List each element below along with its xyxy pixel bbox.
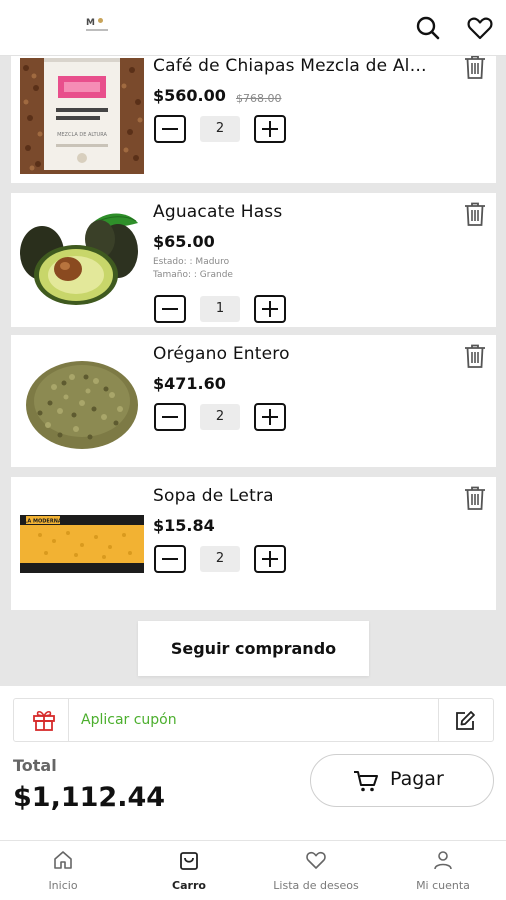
quantity-value: 2 xyxy=(200,404,240,430)
bottom-navigation: Inicio Carro Lista de deseos Mi cuenta xyxy=(0,840,506,900)
total-amount: $1,112.44 xyxy=(13,782,166,813)
item-old-price: $768.00 xyxy=(236,92,282,105)
heart-icon xyxy=(306,851,326,869)
apply-coupon-label[interactable]: Aplicar cupón xyxy=(81,712,177,728)
quantity-value: 2 xyxy=(200,116,240,142)
item-attribute-estado: Estado: : Maduro xyxy=(153,257,230,267)
trash-icon[interactable] xyxy=(463,201,487,227)
logo-text: M xyxy=(86,18,95,28)
coupon-row[interactable]: Aplicar cupón xyxy=(13,698,494,742)
decrease-quantity-button[interactable] xyxy=(154,115,186,143)
coupon-divider xyxy=(68,699,69,741)
cart-item: Aguacate Hass $65.00 Estado: : Maduro Ta… xyxy=(11,193,496,327)
nav-item-carro[interactable]: Carro xyxy=(126,841,252,900)
brand-logo[interactable]: M xyxy=(86,18,108,34)
trash-icon[interactable] xyxy=(463,485,487,511)
nav-item-inicio[interactable]: Inicio xyxy=(0,841,126,900)
cart-list[interactable]: MEZCLA DE ALTURA Café de Chiapas Mezcla … xyxy=(0,56,506,686)
quantity-value: 2 xyxy=(200,546,240,572)
bag-icon xyxy=(180,852,198,870)
product-image-coffee[interactable]: MEZCLA DE ALTURA xyxy=(20,58,144,174)
home-icon xyxy=(54,851,72,869)
quantity-value: 1 xyxy=(200,296,240,322)
top-bar: M xyxy=(0,0,506,56)
cart-item: LA MODERNA Sopa de Letra $15.84 2 xyxy=(11,477,496,610)
pasta-package-label: LA MODERNA xyxy=(24,519,62,525)
logo-underline xyxy=(86,29,108,31)
nav-label: Inicio xyxy=(48,879,78,892)
user-icon xyxy=(434,851,452,870)
item-price: $15.84 xyxy=(153,516,215,535)
item-price: $560.00 xyxy=(153,86,226,105)
item-name[interactable]: Orégano Entero xyxy=(153,344,428,364)
nav-label: Lista de deseos xyxy=(273,879,359,892)
total-label: Total xyxy=(13,756,57,775)
item-name[interactable]: Sopa de Letra xyxy=(153,486,428,506)
gift-icon xyxy=(33,710,55,731)
increase-quantity-button[interactable] xyxy=(254,403,286,431)
nav-item-lista-de-deseos[interactable]: Lista de deseos xyxy=(253,841,379,900)
continue-shopping-button[interactable]: Seguir comprando xyxy=(138,621,369,676)
increase-quantity-button[interactable] xyxy=(254,115,286,143)
decrease-quantity-button[interactable] xyxy=(154,545,186,573)
item-name[interactable]: Café de Chiapas Mezcla de Altura xyxy=(153,56,428,76)
cart-item: Orégano Entero $471.60 2 xyxy=(11,335,496,467)
item-price: $65.00 xyxy=(153,232,215,251)
nav-label: Carro xyxy=(172,879,206,892)
item-name[interactable]: Aguacate Hass xyxy=(153,202,428,222)
cart-icon xyxy=(354,771,378,792)
decrease-quantity-button[interactable] xyxy=(154,295,186,323)
product-image-avocado[interactable] xyxy=(20,203,144,311)
item-attribute-tamano: Tamaño: : Grande xyxy=(153,270,233,280)
product-image-oregano[interactable] xyxy=(20,347,144,455)
item-price: $471.60 xyxy=(153,374,226,393)
decrease-quantity-button[interactable] xyxy=(154,403,186,431)
trash-icon[interactable] xyxy=(463,343,487,369)
logo-dot xyxy=(98,18,103,23)
edit-icon[interactable] xyxy=(454,710,476,732)
product-image-pasta[interactable]: LA MODERNA xyxy=(20,511,144,577)
nav-label: Mi cuenta xyxy=(416,879,470,892)
heart-icon[interactable] xyxy=(466,14,494,42)
coffee-package-label: MEZCLA DE ALTURA xyxy=(57,132,107,138)
coupon-divider xyxy=(438,699,439,741)
pay-button[interactable]: Pagar xyxy=(310,754,494,807)
search-icon[interactable] xyxy=(414,14,442,42)
nav-item-mi-cuenta[interactable]: Mi cuenta xyxy=(380,841,506,900)
order-summary: Aplicar cupón Total $1,112.44 Pagar xyxy=(0,686,506,840)
pay-label: Pagar xyxy=(390,768,444,790)
increase-quantity-button[interactable] xyxy=(254,545,286,573)
cart-item: MEZCLA DE ALTURA Café de Chiapas Mezcla … xyxy=(11,56,496,183)
trash-icon[interactable] xyxy=(463,56,487,80)
increase-quantity-button[interactable] xyxy=(254,295,286,323)
